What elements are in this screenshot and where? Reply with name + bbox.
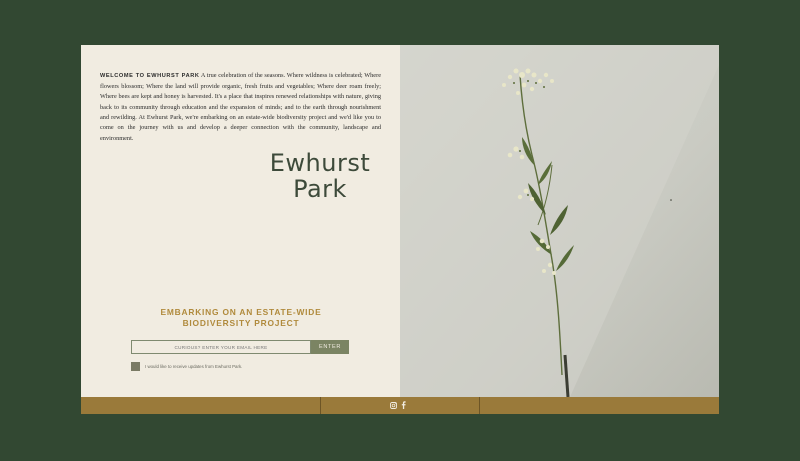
consent-row: I would like to receive updates from Ewh… — [131, 362, 242, 371]
brand-line1: Ewhurst — [269, 149, 371, 177]
footer-divider — [320, 397, 321, 414]
footer-divider — [479, 397, 480, 414]
intro-lead: WELCOME TO EWHURST PARK — [100, 73, 200, 80]
landing-frame: WELCOME TO EWHURST PARK A true celebrati… — [81, 45, 719, 414]
email-input[interactable] — [131, 340, 311, 354]
signup-form: ENTER — [131, 340, 349, 354]
facebook-icon[interactable] — [401, 401, 406, 409]
social-links — [390, 401, 406, 409]
cta-heading-line2: BIODIVERSITY PROJECT — [182, 317, 300, 328]
pressed-flower-illustration — [400, 45, 719, 397]
brand-line2: Park — [293, 175, 347, 203]
cta-heading: EMBARKING ON AN ESTATE-WIDE BIODIVERSITY… — [141, 307, 341, 328]
intro-paragraph: WELCOME TO EWHURST PARK A true celebrati… — [100, 71, 381, 144]
intro-body: A true celebration of the seasons. Where… — [100, 72, 381, 142]
footer-bar — [81, 397, 719, 414]
consent-checkbox[interactable] — [131, 362, 140, 371]
brand-logo: Ewhurst Park — [240, 150, 400, 202]
pressed-flower-image — [400, 45, 719, 397]
consent-label: I would like to receive updates from Ewh… — [145, 364, 243, 369]
enter-button[interactable]: ENTER — [311, 340, 349, 354]
intro-panel: WELCOME TO EWHURST PARK A true celebrati… — [81, 45, 400, 397]
instagram-icon[interactable] — [390, 401, 397, 409]
cta-heading-line1: EMBARKING ON AN ESTATE-WIDE — [160, 307, 322, 317]
